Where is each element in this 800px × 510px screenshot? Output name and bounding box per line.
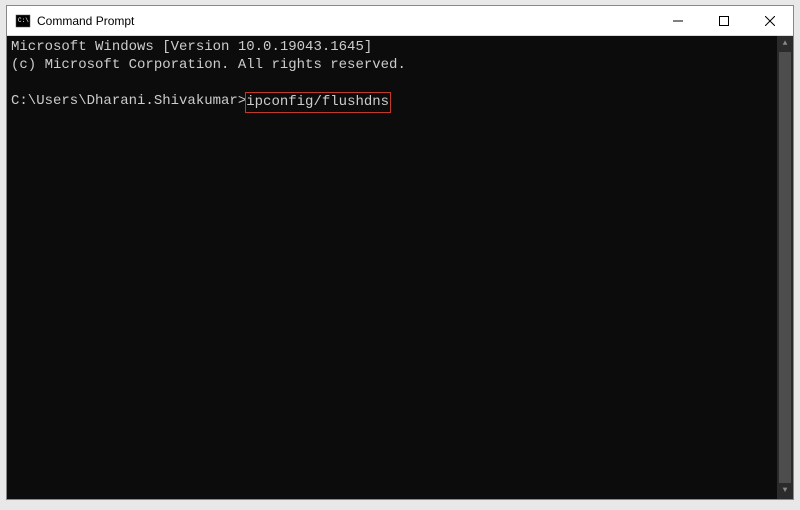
command-prompt-window: C:\ Command Prompt Microsoft Windows [Ve…	[6, 5, 794, 500]
scroll-down-arrow[interactable]: ▼	[777, 483, 793, 499]
vertical-scrollbar[interactable]: ▲ ▼	[777, 36, 793, 499]
prompt-path: C:\Users\Dharani.Shivakumar>	[11, 92, 246, 113]
terminal-area[interactable]: Microsoft Windows [Version 10.0.19043.16…	[7, 36, 793, 499]
scroll-up-arrow[interactable]: ▲	[777, 36, 793, 52]
maximize-button[interactable]	[701, 6, 747, 35]
scrollbar-thumb[interactable]	[779, 52, 791, 483]
svg-text:C:\: C:\	[18, 17, 29, 24]
command-text: ipconfig/flushdns	[245, 92, 391, 113]
blank-line	[11, 74, 789, 92]
minimize-button[interactable]	[655, 6, 701, 35]
titlebar[interactable]: C:\ Command Prompt	[7, 6, 793, 36]
version-line: Microsoft Windows [Version 10.0.19043.16…	[11, 38, 789, 56]
window-controls	[655, 6, 793, 35]
close-button[interactable]	[747, 6, 793, 35]
scrollbar-track[interactable]	[777, 52, 793, 483]
prompt-line: C:\Users\Dharani.Shivakumar>ipconfig/flu…	[11, 92, 789, 113]
cmd-icon: C:\	[15, 13, 31, 29]
window-title: Command Prompt	[37, 14, 655, 28]
copyright-line: (c) Microsoft Corporation. All rights re…	[11, 56, 789, 74]
